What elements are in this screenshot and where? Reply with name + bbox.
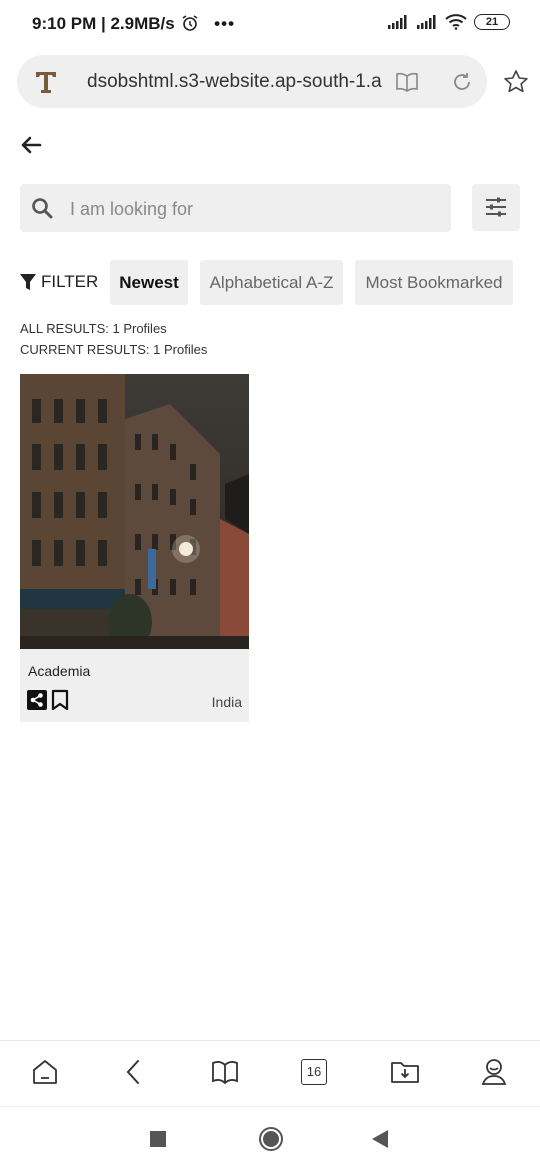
profile-image[interactable] [20, 374, 249, 649]
system-navigation [0, 1106, 540, 1171]
signal-2-icon [417, 15, 436, 29]
status-indicators: 21 [387, 14, 510, 30]
alarm-icon [182, 15, 198, 31]
browser-toolbar: 16 [0, 1040, 540, 1107]
sort-most-bookmarked[interactable]: Most Bookmarked [355, 260, 513, 305]
book-icon[interactable] [211, 1058, 239, 1086]
status-time: 9:10 PM | 2.9MB/s ••• [32, 14, 236, 33]
back-arrow-icon[interactable] [20, 134, 42, 156]
recents-button[interactable] [150, 1131, 166, 1147]
profile-country: India [211, 694, 242, 710]
address-bar[interactable]: dsobshtml.s3-website.ap-south-1.a [17, 55, 487, 108]
funnel-icon [20, 274, 36, 290]
search-box[interactable] [20, 184, 451, 234]
filter-label[interactable]: FILTER [20, 272, 98, 292]
search-icon [32, 198, 53, 219]
advanced-filter-button[interactable] [472, 184, 520, 231]
wifi-icon [445, 14, 467, 30]
bookmark-icon[interactable] [51, 689, 69, 711]
downloads-icon[interactable] [390, 1058, 420, 1086]
sort-alphabetical[interactable]: Alphabetical A-Z [200, 260, 343, 305]
reload-icon[interactable] [451, 71, 473, 93]
battery-icon: 21 [474, 14, 510, 30]
current-results-count: CURRENT RESULTS: 1 Profiles [20, 342, 208, 357]
reader-mode-icon[interactable] [395, 71, 419, 93]
sliders-icon [486, 197, 506, 217]
all-results-count: ALL RESULTS: 1 Profiles [20, 321, 167, 336]
system-back-button[interactable] [371, 1129, 389, 1149]
home-button[interactable] [258, 1126, 284, 1152]
profile-card[interactable]: Academia India [20, 374, 249, 722]
nav-back-icon[interactable] [122, 1058, 146, 1086]
home-icon[interactable] [31, 1058, 59, 1086]
signal-icon [388, 15, 407, 29]
status-bar: 9:10 PM | 2.9MB/s ••• 21 [0, 0, 540, 50]
site-favicon [33, 67, 59, 95]
share-icon[interactable] [27, 690, 47, 710]
tab-count: 16 [306, 1064, 322, 1079]
sort-newest[interactable]: Newest [110, 260, 188, 305]
status-more-icon: ••• [214, 14, 236, 33]
bookmark-star-icon[interactable] [503, 69, 529, 95]
search-input[interactable] [68, 184, 432, 234]
tabs-button[interactable]: 16 [301, 1059, 327, 1085]
url-text[interactable]: dsobshtml.s3-website.ap-south-1.a [87, 71, 387, 93]
profile-title[interactable]: Academia [28, 663, 90, 679]
profile-icon[interactable] [480, 1057, 508, 1087]
